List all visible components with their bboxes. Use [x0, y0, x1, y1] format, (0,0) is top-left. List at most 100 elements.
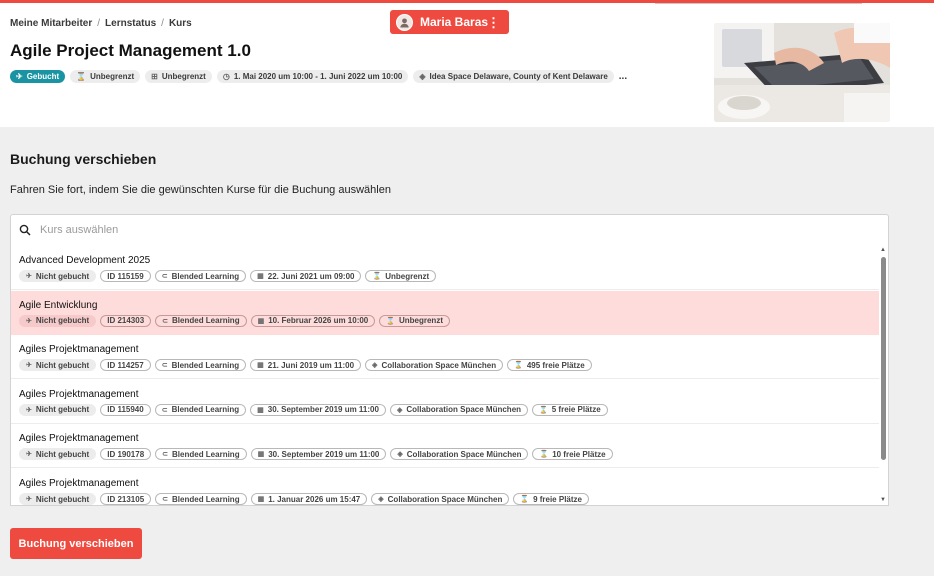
capacity-icon: ⌛ — [539, 406, 548, 414]
location-tag: ◈ Collaboration Space München — [371, 493, 510, 505]
calendar-icon: ▦ — [257, 406, 264, 414]
id-tag-label: ID 115159 — [107, 271, 144, 281]
breadcrumb-item-learning-status[interactable]: Lernstatus — [105, 18, 156, 29]
blended-learning-icon: ⊂ — [161, 362, 168, 370]
avatar — [396, 13, 413, 31]
scroll-down-icon[interactable]: ▼ — [880, 497, 886, 503]
date-tag: ▦ 1. Januar 2026 um 15:47 — [250, 493, 368, 505]
location-icon: ◈ — [397, 451, 403, 459]
move-booking-button[interactable]: Buchung verschieben — [10, 528, 142, 559]
hourglass-icon: ⌛ — [76, 72, 87, 81]
capacity-tag-label: 10 freie Plätze — [552, 449, 606, 459]
blended-learning-icon: ⊂ — [162, 451, 169, 459]
status-tag: ✈ Nicht gebucht — [19, 270, 97, 282]
location-tag: ◈ Collaboration Space München — [365, 359, 504, 372]
status-tag-label: Nicht gebucht — [35, 449, 90, 459]
search-input[interactable] — [40, 223, 840, 236]
id-tag: ID 115159 — [100, 270, 151, 282]
course-row[interactable]: Agiles Projektmanagement ✈ Nicht gebucht ID… — [11, 424, 879, 469]
breadcrumb-item-course: Kurs — [168, 18, 192, 29]
date-tag-label: 30. September 2019 um 11:00 — [268, 449, 380, 459]
course-tags: ✈ Nicht gebucht ID 213105 ⊂ Blended Learning… — [19, 493, 879, 505]
course-row[interactable]: Agiles Projektmanagement ✈ Nicht gebucht ID… — [11, 469, 879, 505]
user-avatar-icon — [400, 17, 409, 28]
date-tag-label: 30. September 2019 um 11:00 — [267, 405, 379, 415]
format-tag-label: Blended Learning — [171, 360, 240, 370]
more-chips-indicator[interactable]: ... — [619, 71, 627, 82]
id-tag-label: ID 214303 — [107, 316, 145, 326]
section-description: Fahren Sie fort, indem Sie die gewünscht… — [10, 184, 391, 196]
capacity-tag: ⌛ Unbegrenzt — [379, 314, 450, 327]
capacity-icon: ⌛ — [372, 273, 382, 280]
capacity-icon: ⌛ — [520, 496, 530, 503]
course-row[interactable]: Agiles Projektmanagement ✈ Nicht gebucht ID… — [11, 380, 879, 424]
location-icon: ◈ — [396, 406, 403, 414]
user-menu-button[interactable]: Maria Baras ⋮ — [390, 10, 509, 34]
scroll-up-icon[interactable]: ▲ — [880, 247, 886, 253]
course-image — [714, 23, 890, 122]
user-name: Maria Baras — [420, 15, 489, 29]
format-tag-label: Blended Learning — [172, 449, 240, 459]
location-tag-label: Collaboration Space München — [381, 360, 497, 370]
blended-learning-icon: ⊂ — [161, 406, 168, 414]
breadcrumb-item-employees[interactable]: Meine Mitarbeiter — [10, 18, 92, 29]
status-tag-label: Nicht gebucht — [35, 360, 90, 370]
date-tag: ▦ 21. Juni 2019 um 11:00 — [250, 359, 362, 372]
blended-learning-icon: ⊂ — [162, 496, 169, 503]
format-tag-label: Blended Learning — [171, 405, 240, 415]
not-booked-icon: ✈ — [26, 317, 32, 325]
breadcrumb: Meine Mitarbeiter / Lernstatus / Kurs — [10, 18, 192, 29]
course-name: Agiles Projektmanagement — [19, 478, 139, 489]
format-tag: ⊂ Blended Learning — [155, 448, 247, 461]
course-row[interactable]: Agile Entwicklung ✈ Nicht gebucht ID 214303… — [11, 290, 879, 335]
status-tag: ✈ Nicht gebucht — [19, 403, 97, 416]
date-tag-label: 1. Januar 2026 um 15:47 — [268, 494, 361, 504]
scrollbar-thumb[interactable] — [881, 257, 886, 460]
status-tag-label: Nicht gebucht — [35, 494, 90, 504]
course-search-field[interactable] — [10, 214, 889, 245]
not-booked-icon: ✈ — [26, 273, 32, 280]
course-list-scrollbar[interactable]: ▲ ▼ — [879, 247, 887, 503]
capacity-icon: ⌛ — [539, 451, 549, 459]
course-header: Meine Mitarbeiter / Lernstatus / Kurs Ma… — [0, 0, 934, 127]
course-tags: ✈ Nicht gebucht ID 214303 ⊂ Blended Learning… — [19, 314, 879, 327]
course-row[interactable]: Agiles Projektmanagement ✈ Nicht gebucht ID… — [11, 335, 879, 380]
capacity-tag: ⌛ 9 freie Plätze — [513, 493, 589, 505]
status-tag-label: Nicht gebucht — [35, 316, 90, 326]
date-range-chip: ◷ 1. Mai 2020 um 10:00 - 1. Juni 2022 um … — [216, 70, 409, 83]
calendar-icon: ▦ — [257, 317, 265, 325]
not-booked-icon: ✈ — [26, 406, 32, 414]
status-tag-label: Nicht gebucht — [35, 271, 90, 281]
location-tag: ◈ Collaboration Space München — [389, 403, 529, 416]
course-meta-chips: ✈ Gebucht ⌛ Unbegrenzt ⊞ Unbegrenzt ◷ 1. Mai… — [10, 70, 627, 83]
id-tag: ID 115940 — [100, 403, 151, 416]
capacity-icon: ⌛ — [386, 317, 395, 325]
capacity-tag-label: 9 freie Plätze — [533, 494, 582, 504]
location-tag-label: Collaboration Space München — [406, 449, 522, 459]
id-tag-label: ID 190178 — [107, 449, 145, 459]
id-tag: ID 213105 — [100, 493, 152, 505]
capacity-tag: ⌛ 495 freie Plätze — [507, 359, 592, 372]
course-name: Advanced Development 2025 — [19, 255, 151, 266]
breadcrumb-separator: / — [161, 18, 164, 29]
calendar-icon: ▦ — [257, 362, 264, 370]
booked-icon: ✈ — [16, 72, 23, 81]
date-tag-label: 21. Juni 2019 um 11:00 — [267, 360, 355, 370]
blended-learning-icon: ⊂ — [162, 317, 169, 325]
seat-icon: ⊞ — [151, 72, 158, 81]
location-icon: ◈ — [372, 362, 378, 370]
format-tag-label: Blended Learning — [172, 494, 240, 504]
capacity-icon: ⌛ — [514, 362, 523, 370]
status-tag-label: Nicht gebucht — [35, 405, 90, 415]
capacity-tag: ⌛ 5 freie Plätze — [532, 403, 608, 416]
capacity-tag: ⌛ Unbegrenzt — [365, 270, 437, 282]
course-name: Agiles Projektmanagement — [19, 388, 139, 400]
more-vertical-icon[interactable]: ⋮ — [487, 15, 500, 31]
format-tag: ⊂ Blended Learning — [154, 270, 247, 282]
date-tag: ▦ 10. Februar 2026 um 10:00 — [250, 314, 376, 327]
capacity-tag-label: 495 freie Plätze — [526, 360, 585, 370]
capacity-tag-label: Unbegrenzt — [385, 271, 430, 281]
clock-icon: ◷ — [222, 72, 230, 81]
course-row[interactable]: Advanced Development 2025 ✈ Nicht gebucht I… — [11, 246, 879, 290]
date-tag: ▦ 22. Juni 2021 um 09:00 — [250, 270, 362, 282]
